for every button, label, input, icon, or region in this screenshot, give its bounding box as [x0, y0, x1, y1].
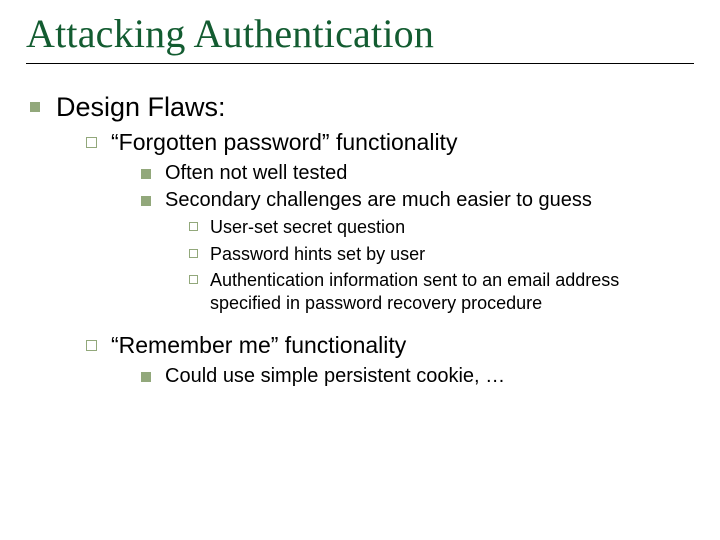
level-1-list: Design Flaws: “Forgotten password” funct… — [30, 92, 694, 414]
list-item: “Remember me” functionality Could use si… — [86, 332, 694, 402]
hollow-square-bullet-icon — [86, 340, 97, 351]
level-3-text: Secondary challenges are much easier to … — [165, 189, 592, 211]
list-item: Design Flaws: “Forgotten password” funct… — [30, 92, 694, 414]
square-bullet-icon — [30, 102, 40, 112]
level-4-text: Authentication information sent to an em… — [210, 270, 619, 313]
list-item: “Forgotten password” functionality Often… — [86, 129, 694, 332]
list-item: Password hints set by user — [189, 243, 694, 270]
list-item: Could use simple persistent cookie, … — [141, 365, 694, 392]
hollow-square-bullet-icon — [86, 137, 97, 148]
level-4-text: Password hints set by user — [210, 244, 425, 264]
level-2-text: “Forgotten password” functionality — [111, 129, 457, 155]
list-item: User-set secret question — [189, 216, 694, 243]
level-1-text: Design Flaws: — [56, 92, 226, 122]
level-4-text: User-set secret question — [210, 217, 405, 237]
slide-title: Attacking Authentication — [26, 10, 694, 57]
square-bullet-icon — [141, 169, 151, 179]
hollow-square-bullet-icon — [189, 222, 198, 231]
level-3-list: Could use simple persistent cookie, … — [141, 365, 694, 392]
level-2-list: “Forgotten password” functionality Often… — [86, 129, 694, 402]
list-item: Secondary challenges are much easier to … — [141, 189, 694, 322]
level-2-text: “Remember me” functionality — [111, 332, 406, 358]
title-rule — [26, 63, 694, 64]
hollow-square-bullet-icon — [189, 249, 198, 258]
square-bullet-icon — [141, 196, 151, 206]
level-3-text: Could use simple persistent cookie, … — [165, 365, 505, 387]
list-item: Authentication information sent to an em… — [189, 269, 694, 318]
hollow-square-bullet-icon — [189, 275, 198, 284]
list-item: Often not well tested — [141, 162, 694, 189]
level-3-text: Often not well tested — [165, 162, 347, 184]
level-4-list: User-set secret question Password hints … — [189, 216, 694, 318]
level-3-list: Often not well tested Secondary challeng… — [141, 162, 694, 322]
slide: Attacking Authentication Design Flaws: “… — [0, 0, 720, 540]
square-bullet-icon — [141, 372, 151, 382]
